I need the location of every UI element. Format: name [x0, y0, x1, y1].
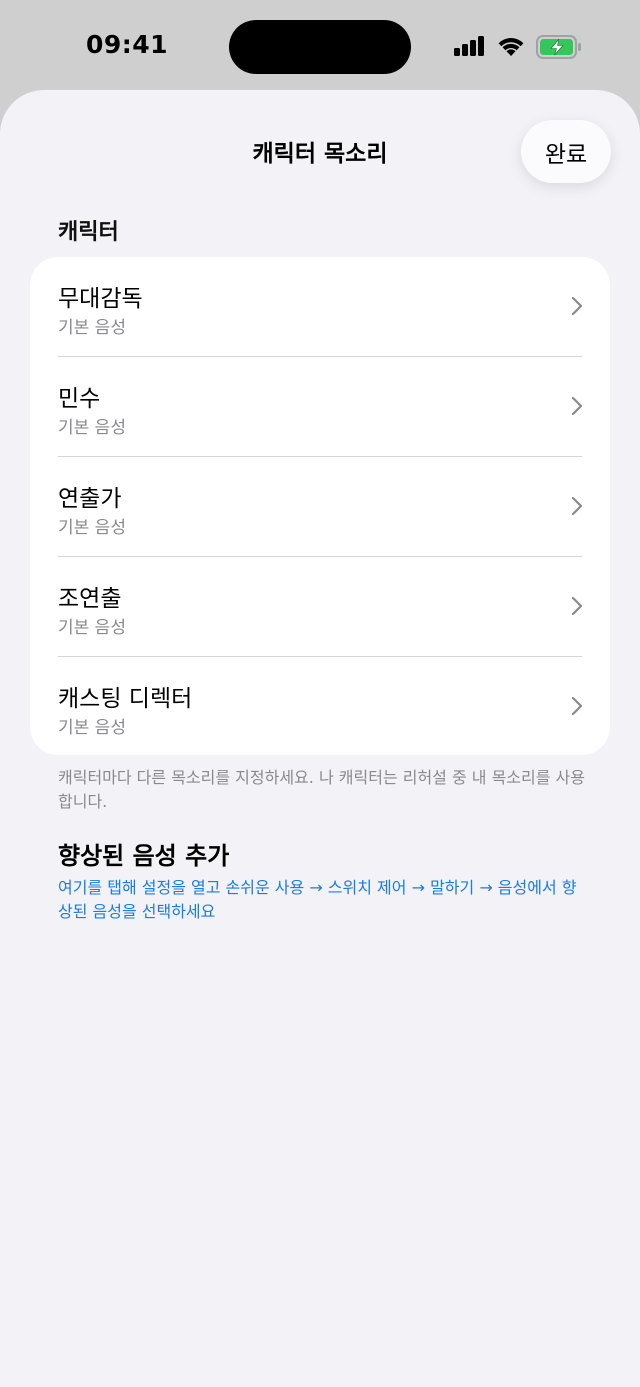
character-voices-sheet: 캐릭터 목소리 완료 캐릭터 무대감독 기본 음성 민수 기본 음성 연출가 기…	[0, 90, 640, 1387]
cellular-signal-icon	[454, 36, 486, 56]
character-name: 연출가	[58, 486, 122, 512]
chevron-right-icon	[571, 596, 583, 616]
character-name: 민수	[58, 386, 101, 412]
status-time: 09:41	[86, 30, 169, 59]
character-row-1[interactable]: 민수 기본 음성	[30, 357, 610, 457]
character-voice: 기본 음성	[58, 318, 126, 338]
character-name: 조연출	[58, 586, 122, 612]
chevron-right-icon	[571, 396, 583, 416]
character-voice: 기본 음성	[58, 418, 126, 438]
enhanced-voice-settings-link[interactable]: 여기를 탭해 설정을 열고 손쉬운 사용 → 스위치 제어 → 말하기 → 음성…	[58, 876, 578, 924]
character-name: 캐스팅 디렉터	[58, 686, 193, 712]
chevron-right-icon	[571, 296, 583, 316]
character-row-3[interactable]: 조연출 기본 음성	[30, 557, 610, 657]
character-row-2[interactable]: 연출가 기본 음성	[30, 457, 610, 557]
character-voice: 기본 음성	[58, 718, 126, 738]
done-button[interactable]: 완료	[521, 120, 611, 183]
wifi-icon	[498, 38, 524, 56]
status-bar: 09:41	[0, 0, 640, 92]
screen: 09:41 캐릭터 목소리 완료 캐릭터 무대감독 기본 음성 민수 기본 음성…	[0, 0, 640, 1387]
character-row-4[interactable]: 캐스팅 디렉터 기본 음성	[30, 657, 610, 755]
character-voice: 기본 음성	[58, 518, 126, 538]
chevron-right-icon	[571, 496, 583, 516]
character-list-footnote: 캐릭터마다 다른 목소리를 지정하세요. 나 캐릭터는 리허설 중 내 목소리를…	[58, 768, 585, 811]
character-name: 무대감독	[58, 286, 143, 312]
character-list: 무대감독 기본 음성 민수 기본 음성 연출가 기본 음성 조연출 기본 음성	[30, 257, 610, 755]
character-voice: 기본 음성	[58, 618, 126, 638]
battery-charging-icon	[536, 35, 581, 59]
dynamic-island	[229, 20, 411, 74]
chevron-right-icon	[571, 696, 583, 716]
character-row-0[interactable]: 무대감독 기본 음성	[30, 257, 610, 357]
section-label-characters: 캐릭터	[58, 220, 119, 245]
enhanced-voice-title: 향상된 음성 추가	[58, 842, 230, 870]
